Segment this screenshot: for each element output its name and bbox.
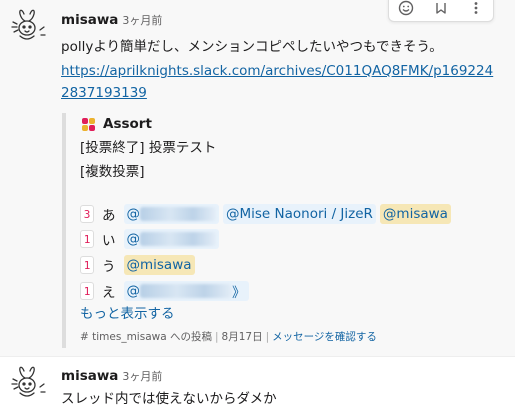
self-mention[interactable]: @misawa xyxy=(379,204,451,224)
poll-option-row: 1 い @ xyxy=(80,228,223,250)
poll-option-label: あ xyxy=(102,208,116,224)
user-mention[interactable]: @Mise Naonori / JizeR xyxy=(223,204,376,224)
self-mention[interactable]: @misawa xyxy=(123,255,195,275)
redacted-name xyxy=(140,207,216,221)
vote-count: 1 xyxy=(80,256,94,274)
poll-option-row: 1 え @ 》 xyxy=(80,280,253,302)
user-avatar[interactable] xyxy=(8,8,48,44)
message-hover-toolbar xyxy=(388,0,494,22)
message-link[interactable]: https://aprilknights.slack.com/archives/… xyxy=(61,60,501,104)
message-text: スレッド内では使えないからダメか xyxy=(61,391,277,407)
author-name[interactable]: misawa xyxy=(61,368,118,384)
user-mention[interactable]: @ xyxy=(123,204,219,224)
rabbit-avatar-icon xyxy=(11,366,46,397)
redacted-name xyxy=(140,232,216,246)
attachment-app-header: Assort xyxy=(82,113,152,135)
app-name[interactable]: Assort xyxy=(103,116,152,132)
poll-option-row: 3 あ @ @Mise Naonori / JizeR @misawa xyxy=(80,203,455,225)
poll-option-label: う xyxy=(102,259,116,275)
footer-separator: | xyxy=(215,331,219,343)
author-name[interactable]: misawa xyxy=(61,12,118,28)
attachment-footer: # times_misawa への投稿 | 8月17日 | メッセージを確認する xyxy=(80,329,377,345)
vote-count: 1 xyxy=(80,282,94,300)
view-message-link[interactable]: メッセージを確認する xyxy=(272,331,377,343)
vote-count: 1 xyxy=(80,230,94,248)
message-author[interactable]: misawa 3ヶ月前 xyxy=(61,368,162,384)
message-text: pollyより簡単だし、メンションコピペしたいやつもできそう。 xyxy=(61,39,443,55)
poll-mode: [複数投票] xyxy=(80,164,145,180)
rabbit-avatar-icon xyxy=(11,9,46,40)
footer-date: 8月17日 xyxy=(221,331,263,343)
more-actions-icon[interactable] xyxy=(465,0,487,19)
reply-thread-icon[interactable] xyxy=(430,0,452,19)
user-mention[interactable]: @ 》 xyxy=(123,281,249,301)
user-mention[interactable]: @ xyxy=(123,229,219,249)
emoji-reaction-icon[interactable] xyxy=(395,0,417,19)
footer-separator: | xyxy=(265,331,270,343)
redacted-name xyxy=(140,284,232,298)
assort-app-icon xyxy=(82,117,95,131)
footer-channel[interactable]: # times_misawa への投稿 xyxy=(80,331,212,343)
poll-title: [投票終了] 投票テスト xyxy=(80,140,217,156)
message-author[interactable]: misawa 3ヶ月前 xyxy=(61,12,162,28)
message-timestamp[interactable]: 3ヶ月前 xyxy=(122,14,162,27)
poll-option-label: え xyxy=(102,285,116,301)
poll-option-row: 1 う @misawa xyxy=(80,254,199,276)
message-timestamp[interactable]: 3ヶ月前 xyxy=(122,370,162,383)
message-1[interactable]: misawa 3ヶ月前 pollyより簡単だし、メンションコピペしたいやつもできそ… xyxy=(0,0,515,355)
user-avatar[interactable] xyxy=(8,365,48,401)
poll-attachment: Assort [投票終了] 投票テスト [複数投票] 3 あ @ @Mise N… xyxy=(62,113,502,348)
show-more-link[interactable]: もっと表示する xyxy=(80,303,175,325)
vote-count: 3 xyxy=(80,205,94,223)
poll-option-label: い xyxy=(102,233,116,249)
